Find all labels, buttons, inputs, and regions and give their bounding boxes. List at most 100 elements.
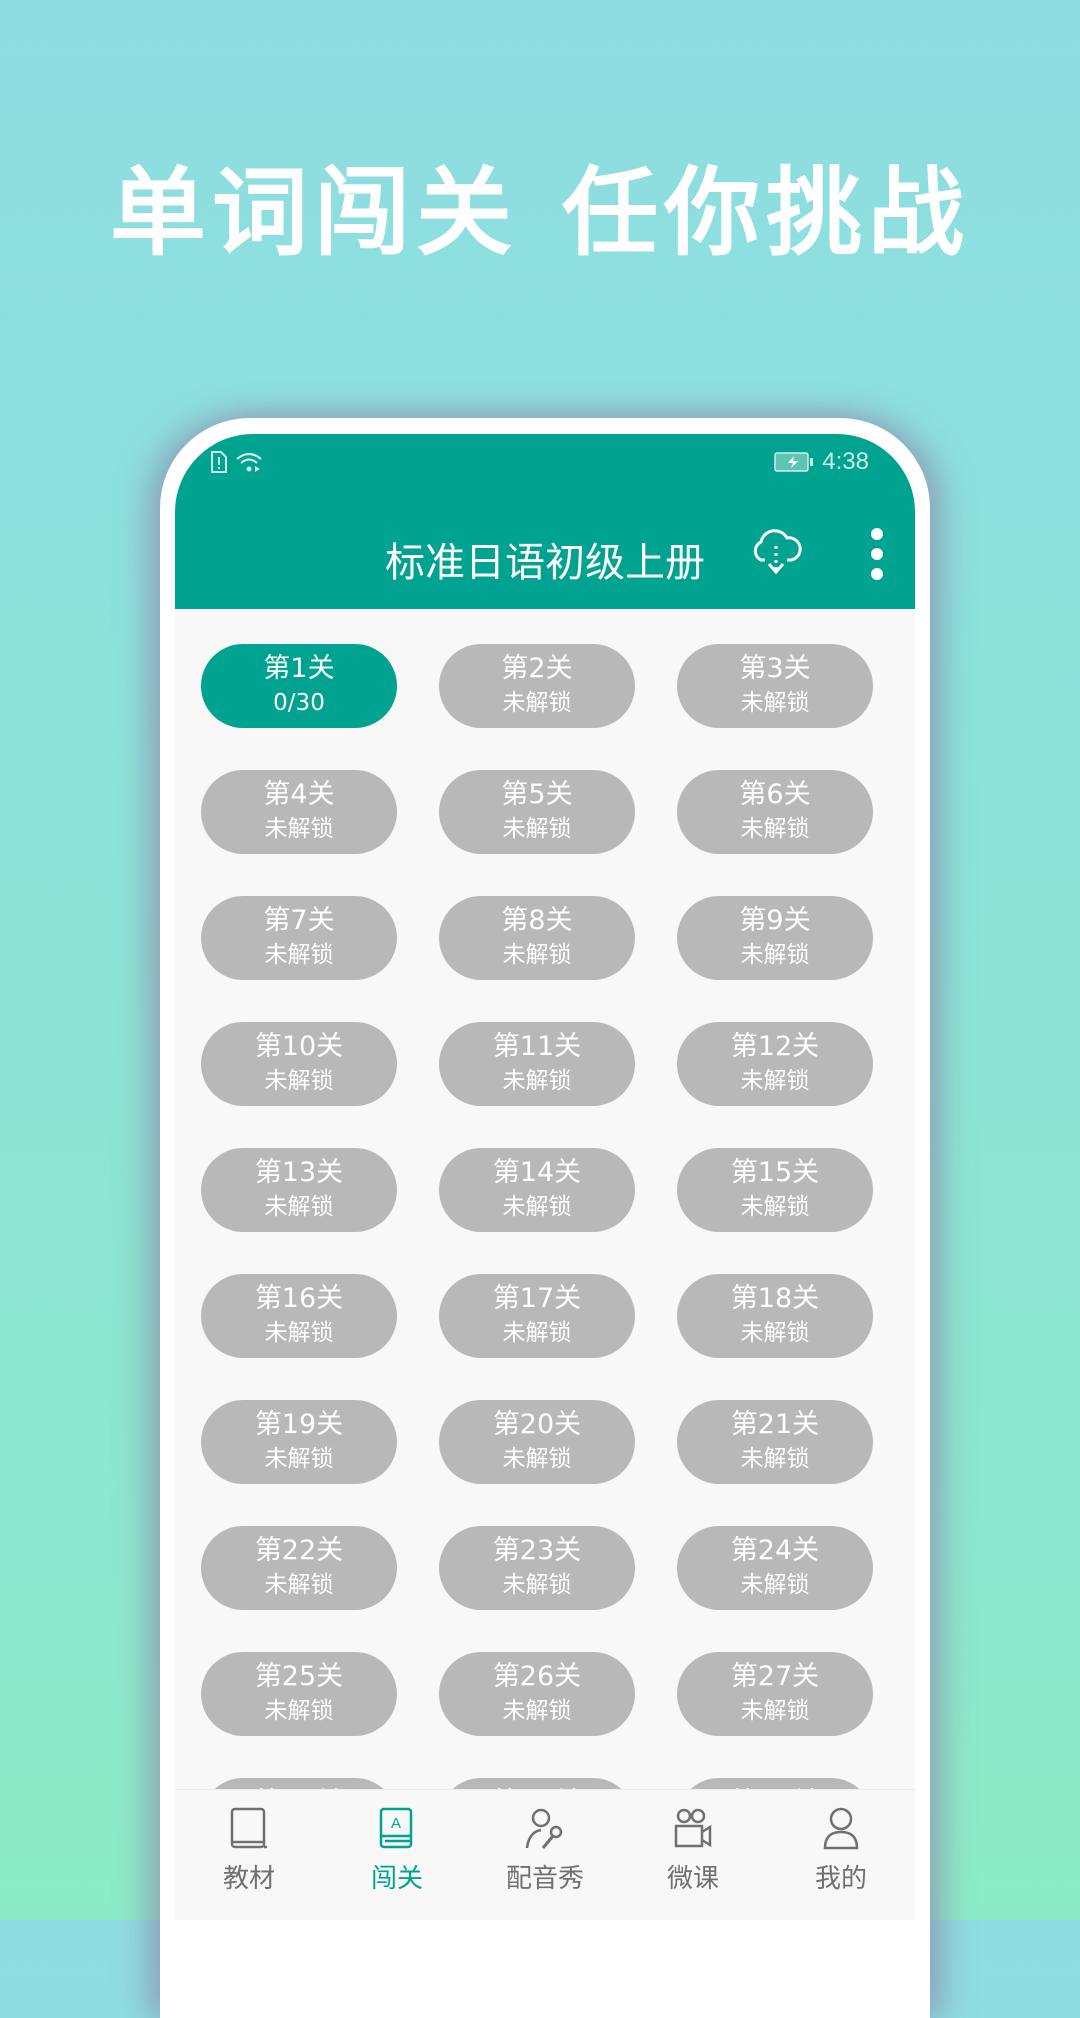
level-status: 未解锁	[264, 1068, 334, 1094]
level-button[interactable]: 第28关	[201, 1778, 397, 1789]
phone-screen: 4:38 标准日语初级上册 第1关 0/30 第2关 未解锁 第3关 未解锁 第4关 未解锁第…	[175, 434, 915, 1920]
level-button[interactable]: 第25关 未解锁	[201, 1652, 397, 1736]
level-status: 未解锁	[502, 816, 572, 842]
level-button[interactable]: 第20关未解锁	[439, 1400, 635, 1484]
level-status: 未解锁	[740, 1698, 810, 1724]
level-button[interactable]: 第16关未解锁	[201, 1274, 397, 1358]
video-camera-icon	[674, 1808, 712, 1848]
level-name: 第7关	[263, 905, 335, 936]
level-button[interactable]: 第24关未解锁	[677, 1526, 873, 1610]
level-button[interactable]: 第7关未解锁	[201, 896, 397, 980]
tab-microclass[interactable]: 微课	[619, 1790, 767, 1920]
tab-dubbing[interactable]: 配音秀	[471, 1790, 619, 1920]
headline-part1: 单词闯关	[110, 157, 518, 269]
level-name: 第3关	[739, 653, 811, 684]
bottom-nav: 教材 A 闯关 配音秀 微课 我的	[175, 1789, 915, 1920]
level-button[interactable]: 第26关未解锁	[439, 1652, 635, 1736]
level-name: 第11关	[492, 1031, 582, 1062]
level-button[interactable]: 第10关 未解锁	[201, 1022, 397, 1106]
headline-part2: 任你挑战	[562, 157, 970, 269]
svg-text:A: A	[391, 1815, 401, 1832]
level-button[interactable]: 第21关未解锁	[677, 1400, 873, 1484]
level-button[interactable]: 第1关 0/30	[201, 644, 397, 728]
level-status: 未解锁	[740, 942, 810, 968]
level-name: 第5关	[501, 779, 573, 810]
tab-label: 我的	[814, 1864, 867, 1894]
level-button[interactable]: 第22关未解锁	[201, 1526, 397, 1610]
level-name: 第27关	[730, 1661, 820, 1692]
cloud-download-icon[interactable]	[749, 526, 803, 576]
level-status: 未解锁	[740, 1068, 810, 1094]
level-button[interactable]: 第29关	[439, 1778, 635, 1789]
level-button[interactable]: 第15关 未解锁	[677, 1148, 873, 1232]
more-vert-icon[interactable]	[867, 528, 887, 588]
tab-label: 教材	[222, 1864, 275, 1894]
level-status: 未解锁	[502, 1446, 572, 1472]
level-name: 第22关	[254, 1535, 344, 1566]
level-name: 第23关	[492, 1535, 582, 1566]
level-name: 第16关	[254, 1283, 344, 1314]
app-header: 4:38 标准日语初级上册	[175, 434, 915, 609]
level-button[interactable]: 第18关 未解锁	[677, 1274, 873, 1358]
level-status: 未解锁	[264, 1320, 334, 1346]
tab-label: 配音秀	[505, 1864, 584, 1894]
battery-charging-icon	[774, 452, 814, 472]
level-name: 第20关	[492, 1409, 582, 1440]
level-status: 未解锁	[264, 1572, 334, 1598]
level-button[interactable]: 第4关未解锁	[201, 770, 397, 854]
level-button[interactable]: 第2关 未解锁	[439, 644, 635, 728]
level-button[interactable]: 第9关未解锁	[677, 896, 873, 980]
level-button[interactable]: 第8关 未解锁	[439, 896, 635, 980]
level-button[interactable]: 第5关未解锁	[439, 770, 635, 854]
level-name: 第24关	[730, 1535, 820, 1566]
level-name: 第12关	[730, 1031, 820, 1062]
tab-textbook[interactable]: 教材	[175, 1790, 323, 1920]
level-button[interactable]: 第23关 未解锁	[439, 1526, 635, 1610]
level-status: 未解锁	[264, 1194, 334, 1220]
level-name: 第17关	[492, 1283, 582, 1314]
tab-label: 微课	[666, 1864, 719, 1894]
tab-challenge[interactable]: A 闯关	[323, 1790, 471, 1920]
promo-headline: 单词闯关 任你挑战	[0, 135, 1080, 274]
level-button[interactable]: 第17关未解锁	[439, 1274, 635, 1358]
level-status: 未解锁	[740, 1572, 810, 1598]
wifi-icon	[236, 452, 262, 472]
level-name: 第26关	[492, 1661, 582, 1692]
level-book-icon: A	[379, 1807, 413, 1849]
level-status: 未解锁	[264, 1446, 334, 1472]
level-name: 第2关	[501, 653, 573, 684]
level-status: 未解锁	[502, 1698, 572, 1724]
level-button[interactable]: 第14关未解锁	[439, 1148, 635, 1232]
level-button[interactable]: 第30关	[677, 1778, 873, 1789]
level-status: 未解锁	[502, 1194, 572, 1220]
level-status: 未解锁	[264, 816, 334, 842]
level-name: 第19关	[254, 1409, 344, 1440]
level-status: 0/30	[273, 690, 325, 716]
profile-icon	[823, 1807, 859, 1850]
level-name: 第9关	[739, 905, 811, 936]
level-name: 第4关	[263, 779, 335, 810]
level-name: 第21关	[730, 1409, 820, 1440]
level-button[interactable]: 第13关 未解锁	[201, 1148, 397, 1232]
page-title: 标准日语初级上册	[385, 540, 705, 586]
level-button[interactable]: 第11关未解锁	[439, 1022, 635, 1106]
level-grid: 第1关 0/30 第2关 未解锁 第3关 未解锁 第4关 未解锁 第5关 未解锁 第6关 未解锁 第7关…	[175, 609, 915, 1789]
level-status: 未解锁	[264, 942, 334, 968]
level-name: 第1关	[263, 653, 335, 684]
status-bar: 4:38	[175, 434, 915, 490]
level-status: 未解锁	[502, 1320, 572, 1346]
level-status: 未解锁	[502, 1068, 572, 1094]
level-status: 未解锁	[740, 690, 810, 716]
level-name: 第14关	[492, 1157, 582, 1188]
level-name: 第6关	[739, 779, 811, 810]
level-button[interactable]: 第6关 未解锁	[677, 770, 873, 854]
level-status: 未解锁	[264, 1698, 334, 1724]
level-button[interactable]: 第27关未解锁	[677, 1652, 873, 1736]
level-button[interactable]: 第12关未解锁	[677, 1022, 873, 1106]
level-status: 未解锁	[740, 1446, 810, 1472]
status-time: 4:38	[822, 448, 869, 475]
level-button[interactable]: 第19关未解锁	[201, 1400, 397, 1484]
dubbing-mic-icon	[525, 1808, 563, 1849]
tab-mine[interactable]: 我的	[767, 1790, 915, 1920]
level-button[interactable]: 第3关未解锁	[677, 644, 873, 728]
